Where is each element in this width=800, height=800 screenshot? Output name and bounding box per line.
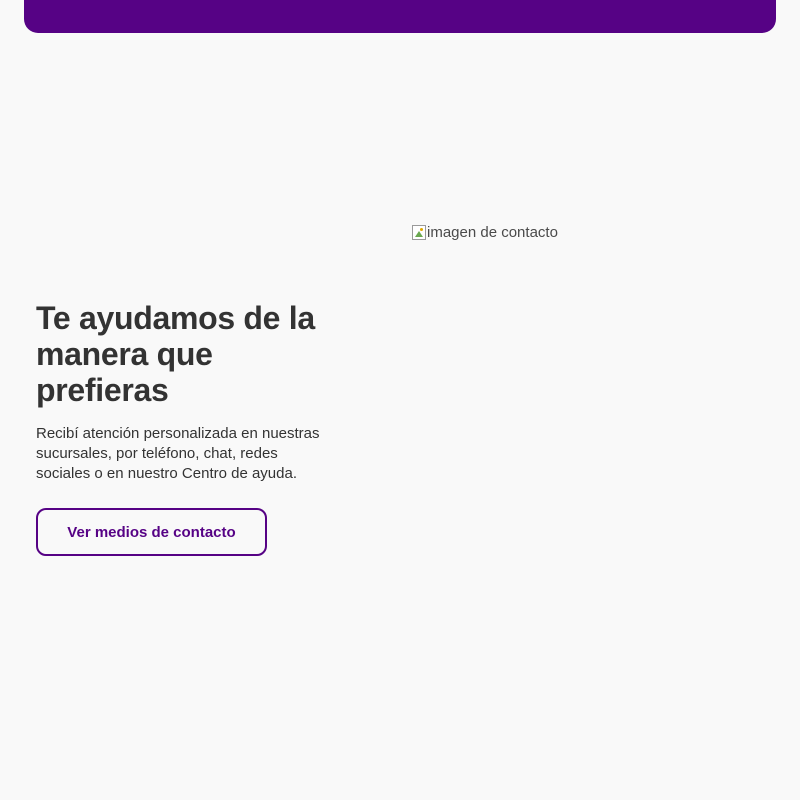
hero-content: Te ayudamos de la manera que prefieras R… [36,300,336,556]
contact-image: imagen de contacto [412,224,558,241]
contact-options-button[interactable]: Ver medios de contacto [36,508,267,556]
contact-image-alt-text: imagen de contacto [427,224,558,241]
broken-image-icon [412,225,426,240]
header-bar [24,0,776,33]
hero-description: Recibí atención personalizada en nuestra… [36,425,320,482]
hero-title: Te ayudamos de la manera que prefieras [36,300,315,408]
